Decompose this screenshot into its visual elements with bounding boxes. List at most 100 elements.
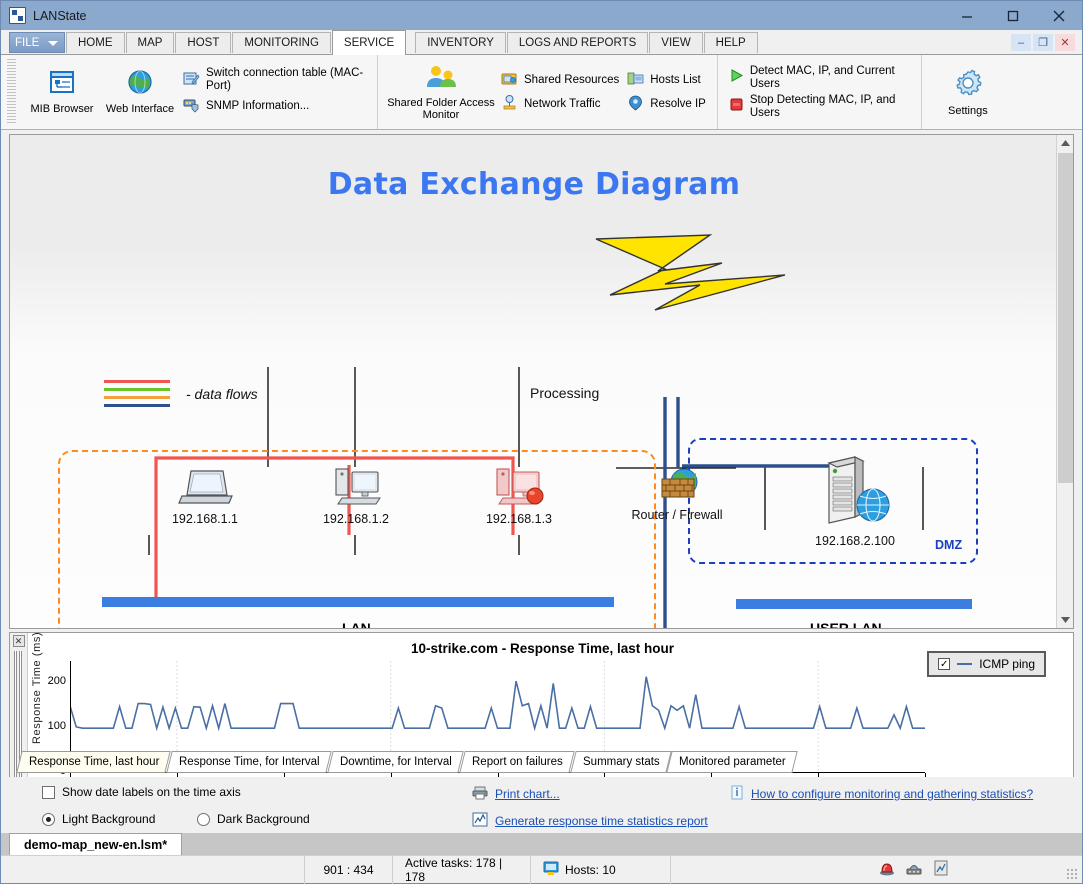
web-interface-button[interactable]: Web Interface [101, 68, 179, 117]
legend-series-label: ICMP ping [979, 657, 1035, 671]
network-small-buttons-1: Shared Resources Network Traffic [497, 58, 623, 126]
show-date-labels-checkbox[interactable] [42, 786, 55, 799]
info-icon [730, 785, 744, 803]
modem-icon[interactable] [905, 860, 923, 879]
map-node-router-firewall[interactable]: Router / Firewall [622, 465, 732, 522]
light-background-radio[interactable] [42, 813, 55, 826]
switch-connection-table-button[interactable]: Switch connection table (MAC-Port) [183, 67, 366, 93]
network-map-view[interactable]: Data Exchange Diagram - data flows Proce… [9, 134, 1074, 629]
help-link-row[interactable]: How to configure monitoring and gatherin… [730, 785, 1033, 803]
ribbon-minimize-icon[interactable]: – [1011, 34, 1031, 51]
ribbon-group-network: Shared Folder Access Monitor Shared Reso… [378, 55, 718, 129]
network-traffic-button[interactable]: Network Traffic [501, 94, 619, 115]
tab-map[interactable]: MAP [126, 32, 175, 53]
status-hosts: Hosts: 10 [530, 856, 670, 884]
snmp-information-button[interactable]: SNMP Information... [183, 96, 366, 117]
tab-monitoring[interactable]: MONITORING [232, 32, 331, 53]
legend-series-swatch [957, 663, 972, 665]
hosts-list-button[interactable]: Hosts List [627, 70, 706, 91]
detect-buttons: Detect MAC, IP, and Current Users Stop D… [725, 58, 914, 126]
document-tab-bar: demo-map_new-en.lsm* [1, 833, 1082, 855]
scroll-down-icon[interactable] [1057, 611, 1074, 628]
map-node-router-firewall-label: Router / Firewall [622, 508, 732, 522]
shared-resources-label: Shared Resources [524, 74, 619, 87]
network-traffic-label: Network Traffic [524, 98, 600, 111]
tab-help[interactable]: HELP [704, 32, 758, 53]
tab-monitoring-label: MONITORING [244, 37, 319, 49]
stop-detecting-button[interactable]: Stop Detecting MAC, IP, and Users [729, 94, 910, 120]
alert-siren-icon[interactable] [878, 860, 896, 879]
globe-icon [126, 70, 154, 99]
window-resize-grip[interactable] [1066, 868, 1078, 880]
tab-service[interactable]: SERVICE [332, 30, 406, 55]
mib-browser-button[interactable]: MIB Browser [23, 68, 101, 117]
minimize-icon[interactable] [944, 1, 990, 30]
shared-folder-access-monitor-button[interactable]: Shared Folder Access Monitor [385, 62, 497, 123]
chart-tab-response-time-for-interval[interactable]: Response Time, for Interval [167, 751, 332, 773]
map-node-192-168-1-3-label: 192.168.1.3 [473, 512, 565, 526]
chart-tab-report-on-failures[interactable]: Report on failures [459, 751, 574, 773]
users-icon [423, 64, 459, 93]
shared-resources-button[interactable]: Shared Resources [501, 70, 619, 91]
generate-report-link[interactable]: Generate response time statistics report [495, 814, 708, 828]
tab-logs-and-reports[interactable]: LOGS AND REPORTS [507, 32, 648, 53]
ribbon-grip [7, 59, 16, 123]
document-tab[interactable]: demo-map_new-en.lsm* [9, 833, 182, 855]
dark-background-label: Dark Background [217, 812, 310, 826]
tab-view[interactable]: VIEW [649, 32, 702, 53]
window-controls [944, 1, 1082, 30]
tab-map-label: MAP [138, 37, 163, 49]
map-vertical-scrollbar[interactable] [1056, 135, 1073, 628]
map-canvas[interactable]: Data Exchange Diagram - data flows Proce… [10, 135, 1058, 628]
configure-monitoring-help-link[interactable]: How to configure monitoring and gatherin… [751, 787, 1033, 801]
tab-inventory[interactable]: INVENTORY [415, 32, 506, 53]
chart-tab-response-time-last-hour[interactable]: Response Time, last hour [16, 751, 171, 773]
dark-background-radio[interactable] [197, 813, 210, 826]
map-node-192-168-1-3[interactable]: 192.168.1.3 [473, 465, 565, 526]
chart-y-axis-label: Response Time (ms) [29, 653, 45, 665]
lanstate-window: LANState FILE HOME MAP HOST MONITORING S… [0, 0, 1083, 884]
map-node-192-168-1-2[interactable]: 192.168.1.2 [310, 465, 402, 526]
tab-home[interactable]: HOME [66, 32, 125, 53]
scroll-up-icon[interactable] [1057, 135, 1074, 152]
map-node-192-168-1-1-label: 192.168.1.1 [150, 512, 260, 526]
settings-button[interactable]: Settings [929, 66, 1007, 119]
tab-host[interactable]: HOST [175, 32, 231, 53]
chevron-down-icon [48, 41, 58, 46]
zone-dmz-label: DMZ [935, 538, 962, 552]
report-document-icon[interactable] [932, 860, 950, 879]
monitor-icon [543, 861, 559, 879]
tab-host-label: HOST [187, 37, 219, 49]
chart-tab-monitored-parameter[interactable]: Monitored parameter [667, 751, 798, 773]
gear-icon [952, 68, 984, 101]
map-node-192-168-1-1[interactable]: 192.168.1.1 [150, 467, 260, 526]
tab-file[interactable]: FILE [9, 32, 65, 53]
print-chart-link[interactable]: Print chart... [495, 787, 560, 801]
snmp-info-icon [183, 96, 200, 117]
chart-legend[interactable]: ✓ ICMP ping [927, 651, 1046, 677]
print-chart-row[interactable]: Print chart... [472, 785, 560, 803]
status-spacer-2 [670, 856, 866, 884]
dark-background-radio-row[interactable]: Dark Background [197, 812, 310, 826]
detect-mac-ip-users-label: Detect MAC, IP, and Current Users [750, 65, 910, 91]
detect-mac-ip-users-button[interactable]: Detect MAC, IP, and Current Users [729, 65, 910, 91]
scrollbar-thumb[interactable] [1058, 153, 1073, 483]
user-lan-bus[interactable] [736, 599, 972, 609]
resolve-ip-button[interactable]: Resolve IP [627, 94, 706, 115]
lan-bus[interactable] [102, 597, 614, 607]
map-node-192-168-2-100[interactable]: 192.168.2.100 [800, 453, 910, 548]
light-background-radio-row[interactable]: Light Background [42, 812, 155, 826]
legend-series-checkbox[interactable]: ✓ [938, 658, 950, 670]
ribbon-close-icon[interactable]: ✕ [1055, 34, 1075, 51]
chart-title: 10-strike.com - Response Time, last hour [10, 641, 1075, 656]
close-icon[interactable] [1036, 1, 1082, 30]
ribbon-restore-icon[interactable]: ❐ [1033, 34, 1053, 51]
chart-tab-downtime-for-interval[interactable]: Downtime, for Interval [327, 751, 463, 773]
laptop-icon [177, 467, 233, 509]
show-date-labels-row[interactable]: Show date labels on the time axis [42, 785, 241, 799]
maximize-icon[interactable] [990, 1, 1036, 30]
chart-tab-summary-stats[interactable]: Summary stats [570, 751, 671, 773]
ribbon-group-detect: Detect MAC, IP, and Current Users Stop D… [718, 55, 922, 129]
ribbon-group-snmp: MIB Browser Web Interface Switch connect… [16, 55, 378, 129]
generate-report-row[interactable]: Generate response time statistics report [472, 812, 708, 830]
